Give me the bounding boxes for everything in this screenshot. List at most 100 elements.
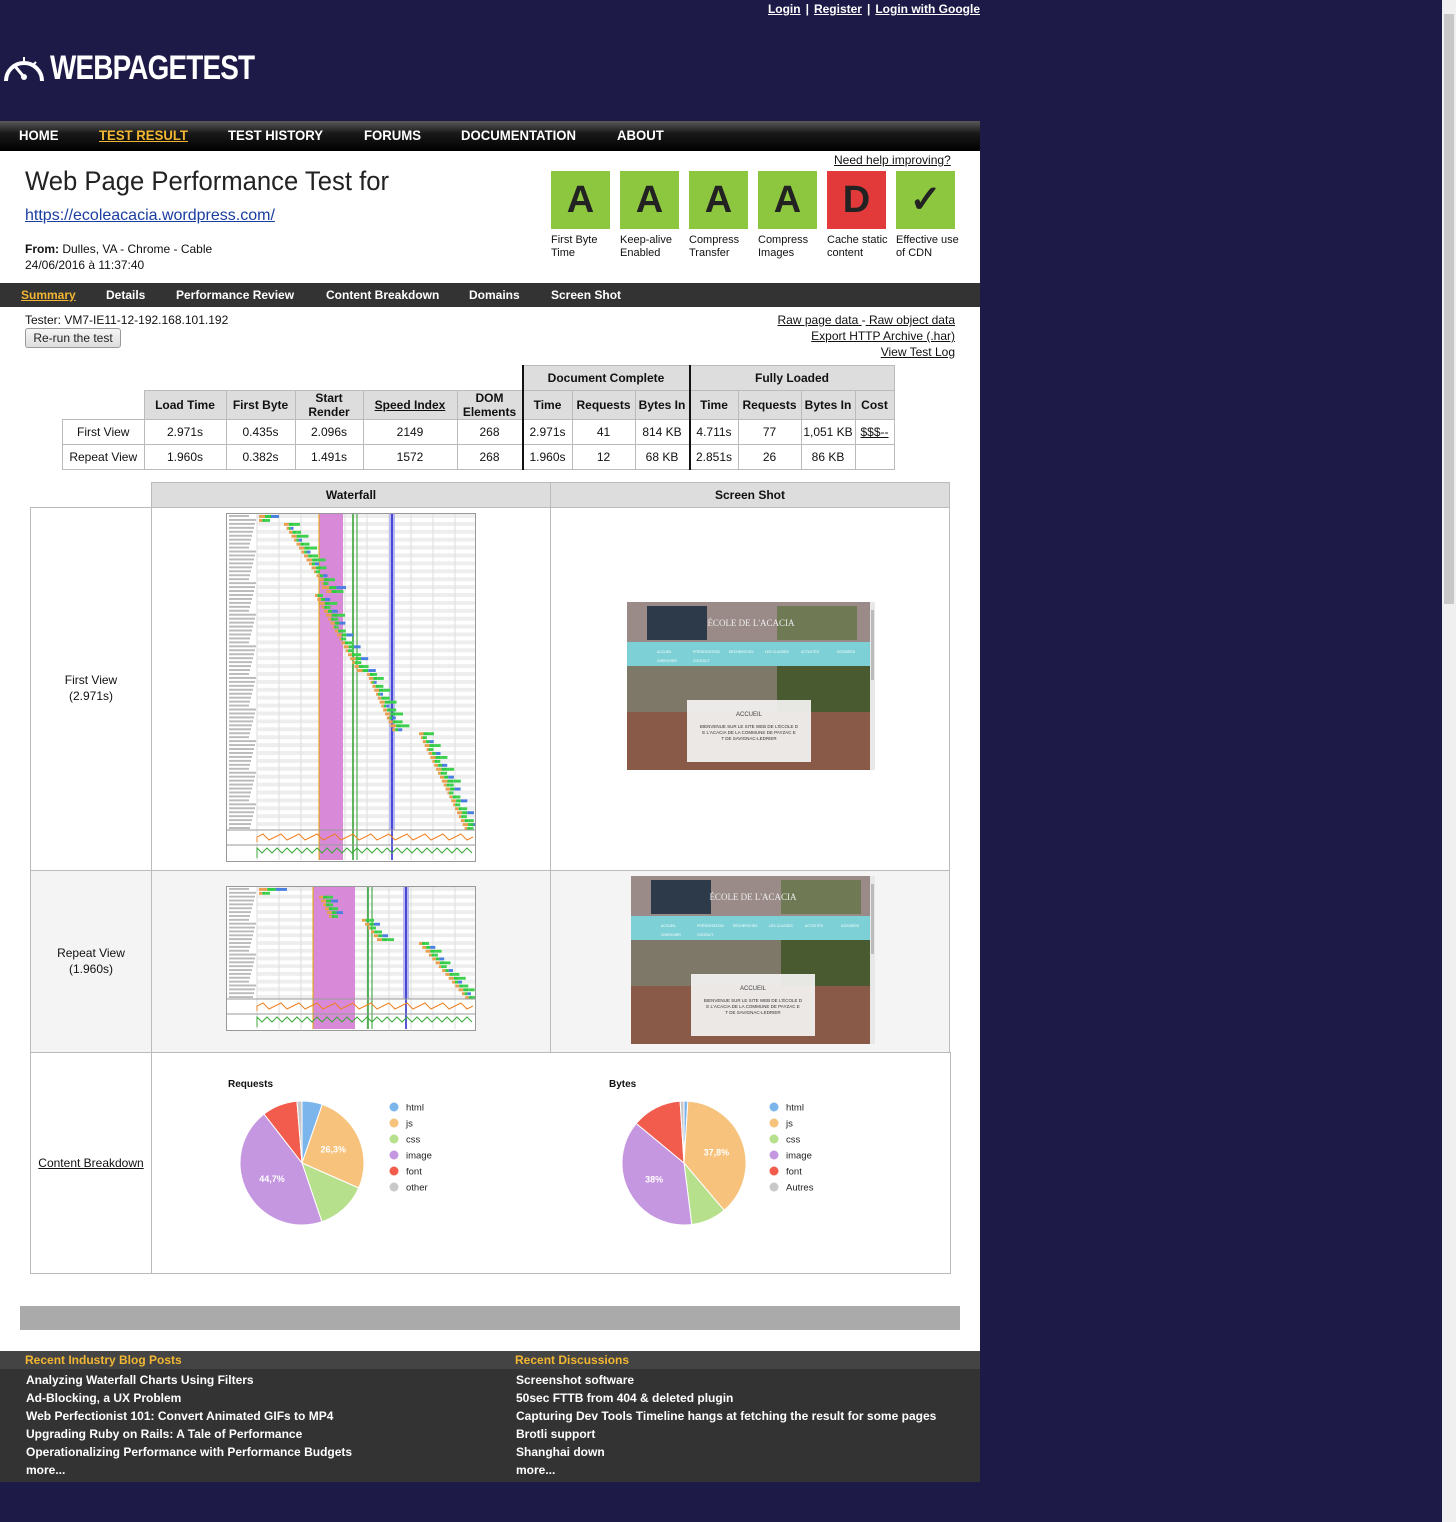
repeat-view-waterfall[interactable] [226,886,478,1031]
test-date: 24/06/2016 à 11:37:40 [25,258,145,272]
grade-label: Effective use of CDN [896,234,959,259]
results-grid: Waterfall Screen Shot First View (2.971s… [30,482,951,1274]
register-link[interactable]: Register [814,2,862,16]
nav-documentation[interactable]: DOCUMENTATION [461,127,576,143]
fully-loaded-header: Fully Loaded [688,365,895,391]
logo-text: WEBPAGETEST [50,48,255,87]
more-link[interactable]: more... [26,1463,65,1477]
first-view-waterfall[interactable] [226,513,481,862]
page-scrollbar[interactable] [1442,0,1456,1522]
table-cell: 41 [571,419,636,445]
svg-text:ACTIVITÉS: ACTIVITÉS [801,649,820,654]
column-header: Load Time [143,390,227,420]
tab-performance-review[interactable]: Performance Review [176,288,294,302]
export-har-link[interactable]: Export HTTP Archive (.har) [811,329,955,343]
raw-page-data-link[interactable]: Raw page data [778,313,859,327]
tab-screen-shot[interactable]: Screen Shot [551,288,621,302]
legend-dot [389,1150,399,1160]
pie-title: Bytes [609,1079,637,1090]
need-help-link[interactable]: Need help improving? [834,153,951,167]
grade-compress-transfer[interactable]: A [689,171,748,229]
svg-text:DOSSIERS: DOSSIERS [837,650,856,654]
list-item[interactable]: Capturing Dev Tools Timeline hangs at fe… [516,1409,936,1423]
repeat-view-time: (1.960s) [68,962,114,976]
list-item[interactable]: Brotli support [516,1427,595,1441]
repeat-view-waterfall-cell [151,870,551,1053]
legend-item[interactable]: font [406,1167,422,1178]
legend-item[interactable]: html [406,1103,424,1114]
legend-item[interactable]: js [405,1119,413,1130]
table-cell: 2149 [362,419,458,445]
list-item[interactable]: Analyzing Waterfall Charts Using Filters [26,1373,254,1387]
table-cell: 1.960s [143,444,227,470]
table-cell: 26 [737,444,802,470]
column-header[interactable]: Speed Index [362,390,458,420]
table-cell: 1.491s [294,444,364,470]
svg-text:CONTACT: CONTACT [697,933,715,937]
legend-item[interactable]: html [786,1103,804,1114]
tab-content-breakdown[interactable]: Content Breakdown [326,288,439,302]
column-header: Start Render [294,390,364,420]
scrollbar-thumb[interactable] [1444,14,1454,604]
list-item[interactable]: Ad-Blocking, a UX Problem [26,1391,181,1405]
waterfall-header: Waterfall [151,482,551,508]
svg-text:PRÉSENTATION: PRÉSENTATION [693,649,720,654]
cost-link[interactable]: $$$-- [854,419,895,445]
view-test-log-link[interactable]: View Test Log [881,345,955,359]
list-item[interactable]: Upgrading Ruby on Rails: A Tale of Perfo… [26,1427,302,1441]
list-item[interactable]: Shanghai down [516,1445,605,1459]
grade-keep-alive-enabled[interactable]: A [620,171,679,229]
grade-effective-use-of-cdn[interactable]: ✓ [896,171,955,229]
legend-item[interactable]: image [406,1151,432,1162]
nav-test-result[interactable]: TEST RESULT [99,127,188,143]
tested-url-link[interactable]: https://ecoleacacia.wordpress.com/ [25,207,275,225]
legend-item[interactable]: image [786,1151,812,1162]
grade-cache-static-content[interactable]: D [827,171,886,229]
grade-first-byte-time[interactable]: A [551,171,610,229]
first-view-label: First View [64,673,118,687]
legend-item[interactable]: css [406,1135,421,1146]
rerun-test-button[interactable]: Re-run the test [25,328,121,348]
list-item[interactable]: Screenshot software [516,1373,634,1387]
nav-about[interactable]: ABOUT [617,127,664,143]
first-view-screenshot[interactable]: ÉCOLE DE L'ACACIA ACCUEIL PRÉSENTATION RECH… [627,602,875,770]
pie-data-label: 37,8% [704,1147,730,1157]
top-bar: Login | Register | Login with Google [0,0,980,20]
tab-details[interactable]: Details [106,288,145,302]
results-table: Document Complete Fully Loaded Load Time… [62,365,895,470]
legend-dot [769,1166,779,1176]
first-view-waterfall-cell [151,507,551,871]
legend-dot [769,1182,779,1192]
webpagetest-logo[interactable]: WEBPAGETEST [2,48,299,88]
login-google-link[interactable]: Login with Google [875,2,980,16]
grade-compress-images[interactable]: A [758,171,817,229]
content-breakdown-charts: Requests 26,3% 44,7% html js css image font othe… [151,1052,951,1274]
legend-item[interactable]: css [786,1135,801,1146]
list-item[interactable]: Web Perfectionist 101: Convert Animated … [26,1409,333,1423]
pie-data-label: 44,7% [259,1174,285,1184]
nav-forums[interactable]: FORUMS [364,127,421,143]
pie-data-label: 26,3% [320,1144,346,1154]
legend-dot [389,1118,399,1128]
nav-test-history[interactable]: TEST HISTORY [228,127,323,143]
repeat-view-screenshot[interactable]: ÉCOLE DE L'ACACIA ACCUEIL PRÉSENTATION RECH… [631,876,875,1044]
more-link[interactable]: more... [516,1463,555,1477]
table-cell: 1.960s [521,444,573,470]
legend-item[interactable]: other [406,1183,428,1194]
nav-home[interactable]: HOME [19,127,58,143]
legend-item[interactable]: Autres [786,1183,814,1194]
content-breakdown-link[interactable]: Content Breakdown [31,1155,151,1171]
raw-object-data-link[interactable]: Raw object data [869,313,955,327]
tab-domains[interactable]: Domains [469,288,520,302]
table-cell: 77 [737,419,802,445]
legend-item[interactable]: font [786,1167,802,1178]
list-item[interactable]: 50sec FTTB from 404 & deleted plugin [516,1391,733,1405]
raw-data-links: Raw page data - Raw object data [777,313,955,327]
pie-title: Requests [228,1079,273,1090]
table-cell: 1,051 KB [800,419,856,445]
account-links: Login | Register | Login with Google [767,2,980,16]
login-link[interactable]: Login [768,2,801,16]
legend-item[interactable]: js [785,1119,793,1130]
tab-summary[interactable]: Summary [21,288,76,302]
list-item[interactable]: Operationalizing Performance with Perfor… [26,1445,352,1459]
